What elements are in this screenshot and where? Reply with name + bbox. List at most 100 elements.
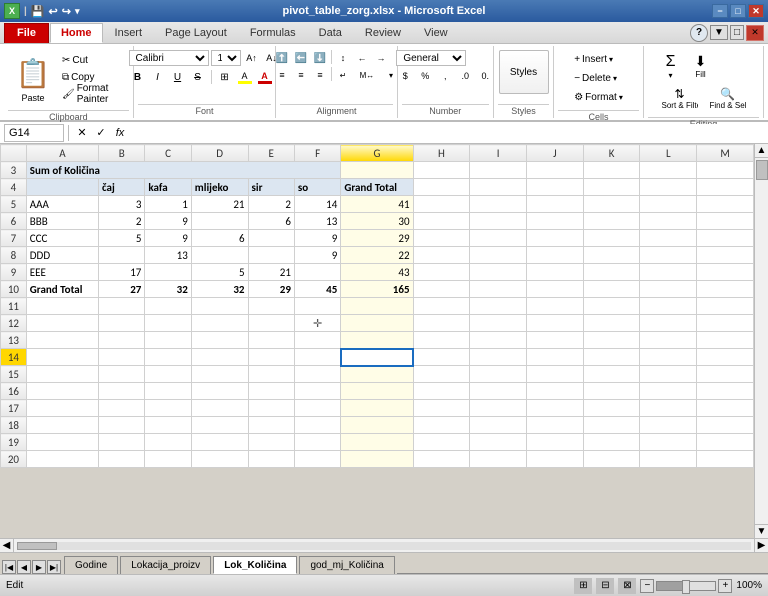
cell-J14[interactable] [526, 349, 583, 366]
sheet-tab-god-mj[interactable]: god_mj_Količina [299, 556, 394, 574]
cell-E7[interactable] [248, 230, 294, 247]
comma-button[interactable]: , [436, 68, 454, 84]
scroll-right-button[interactable]: ▶ [754, 539, 768, 552]
cell-G19[interactable] [341, 434, 413, 451]
cell-A9[interactable]: EEE [26, 264, 98, 281]
cell-D13[interactable] [191, 332, 248, 349]
col-header-H[interactable]: H [413, 145, 470, 162]
cell-I8[interactable] [470, 247, 527, 264]
sheet-nav-next[interactable]: ▶ [32, 560, 46, 574]
cell-F4[interactable]: so [294, 179, 340, 196]
cell-C6[interactable]: 9 [145, 213, 191, 230]
cell-L13[interactable] [640, 332, 697, 349]
sum-dropdown[interactable]: ▾ [669, 71, 673, 80]
cell-K14[interactable] [583, 349, 640, 366]
col-header-L[interactable]: L [640, 145, 697, 162]
cell-A13[interactable] [26, 332, 98, 349]
cell-K15[interactable] [583, 366, 640, 383]
cell-C12[interactable] [145, 315, 191, 332]
col-header-I[interactable]: I [470, 145, 527, 162]
cell-D9[interactable]: 5 [191, 264, 248, 281]
tab-view[interactable]: View [413, 23, 459, 43]
cell-A14[interactable] [26, 349, 98, 366]
sheet-tab-godine[interactable]: Godine [64, 556, 118, 574]
cell-F8[interactable]: 9 [294, 247, 340, 264]
sort-filter-button[interactable]: ⇅ Sort & Filter [657, 84, 703, 113]
cell-L4[interactable] [640, 179, 697, 196]
cell-B5[interactable]: 3 [98, 196, 144, 213]
cell-G15[interactable] [341, 366, 413, 383]
text-direction-button[interactable]: ↕ [334, 50, 352, 66]
cell-I4[interactable] [470, 179, 527, 196]
cell-K7[interactable] [583, 230, 640, 247]
cell-L7[interactable] [640, 230, 697, 247]
tab-review[interactable]: Review [354, 23, 412, 43]
cell-D4[interactable]: mlijeko [191, 179, 248, 196]
cell-K8[interactable] [583, 247, 640, 264]
cell-K5[interactable] [583, 196, 640, 213]
currency-button[interactable]: $ [396, 68, 414, 84]
close-ribbon-button[interactable]: ✕ [746, 25, 764, 41]
bold-button[interactable]: B [129, 69, 147, 85]
cell-K4[interactable] [583, 179, 640, 196]
cell-B15[interactable] [98, 366, 144, 383]
cell-F15[interactable] [294, 366, 340, 383]
cell-C13[interactable] [145, 332, 191, 349]
cell-K11[interactable] [583, 298, 640, 315]
cell-D11[interactable] [191, 298, 248, 315]
cell-L9[interactable] [640, 264, 697, 281]
cell-K6[interactable] [583, 213, 640, 230]
zoom-in-button[interactable]: + [718, 579, 732, 593]
col-header-K[interactable]: K [583, 145, 640, 162]
normal-view-button[interactable]: ⊞ [574, 578, 592, 594]
cell-reference-box[interactable]: G14 [4, 124, 64, 142]
cell-K9[interactable] [583, 264, 640, 281]
cell-H14[interactable] [413, 349, 470, 366]
cell-E14[interactable] [248, 349, 294, 366]
tab-file[interactable]: File [4, 23, 49, 43]
cell-L5[interactable] [640, 196, 697, 213]
cell-D6[interactable] [191, 213, 248, 230]
cell-M13[interactable] [697, 332, 754, 349]
cell-G14-selected[interactable] [341, 349, 413, 366]
insert-cells-button[interactable]: + Insert ▾ [570, 50, 617, 68]
increase-decimal-button[interactable]: .0 [456, 68, 474, 84]
cell-A5[interactable]: AAA [26, 196, 98, 213]
cell-C4[interactable]: kafa [145, 179, 191, 196]
indent-decrease-button[interactable]: ← [353, 50, 371, 66]
align-middle-button[interactable]: ⬅️ [292, 50, 310, 66]
col-header-B[interactable]: B [98, 145, 144, 162]
cell-I3[interactable] [470, 162, 527, 179]
zoom-out-button[interactable]: − [640, 579, 654, 593]
sheet-tab-lok-kolicina[interactable]: Lok_Količina [213, 556, 297, 574]
align-right-button[interactable]: ≡ [311, 67, 329, 83]
align-top-button[interactable]: ⬆️ [273, 50, 291, 66]
cell-F14[interactable] [294, 349, 340, 366]
cell-M9[interactable] [697, 264, 754, 281]
wrap-text-button[interactable]: ↵ [334, 67, 352, 83]
cell-J10[interactable] [526, 281, 583, 298]
cell-M4[interactable] [697, 179, 754, 196]
cell-L8[interactable] [640, 247, 697, 264]
cell-D12[interactable] [191, 315, 248, 332]
cell-B12[interactable] [98, 315, 144, 332]
cell-A8[interactable]: DDD [26, 247, 98, 264]
cell-C5[interactable]: 1 [145, 196, 191, 213]
col-header-A[interactable]: A [26, 145, 98, 162]
cell-L14[interactable] [640, 349, 697, 366]
cell-L12[interactable] [640, 315, 697, 332]
cell-C9[interactable] [145, 264, 191, 281]
percent-button[interactable]: % [416, 68, 434, 84]
minimize-button[interactable]: − [712, 4, 728, 18]
cell-D8[interactable] [191, 247, 248, 264]
cell-G11[interactable] [341, 298, 413, 315]
insert-function-button[interactable]: fx [111, 124, 129, 142]
cell-A15[interactable] [26, 366, 98, 383]
tab-insert[interactable]: Insert [104, 23, 154, 43]
cell-J9[interactable] [526, 264, 583, 281]
cell-F12[interactable]: ✛ [294, 315, 340, 332]
cell-K10[interactable] [583, 281, 640, 298]
cell-H3[interactable] [413, 162, 470, 179]
cell-B14[interactable] [98, 349, 144, 366]
zoom-slider[interactable] [656, 581, 716, 591]
